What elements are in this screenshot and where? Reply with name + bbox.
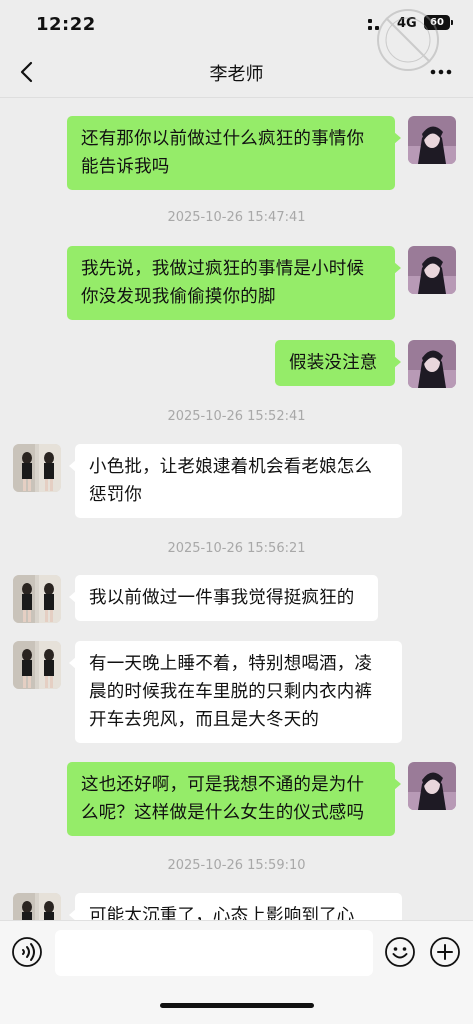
contact-avatar[interactable] <box>13 575 61 623</box>
message-bubble-sent[interactable]: 这也还好啊，可是我想不通的是为什么呢？这样做是什么女生的仪式感吗 <box>67 762 401 836</box>
my-avatar[interactable] <box>408 762 456 810</box>
timestamp: 2025-10-26 15:59:10 <box>167 858 306 873</box>
my-avatar[interactable] <box>408 340 456 388</box>
message-bubble-received[interactable]: 可能太沉重了，心态上影响到了心 <box>69 893 402 920</box>
message-bubble-sent[interactable]: 假装没注意 <box>275 340 401 386</box>
timestamp: 2025-10-26 15:47:41 <box>167 210 306 225</box>
message-bubble-received[interactable]: 有一天晚上睡不着，特别想喝酒，凌晨的时候我在车里脱的只剩内衣内裤开车去兜风，而且… <box>69 641 402 743</box>
message-input[interactable] <box>55 930 373 976</box>
my-avatar[interactable] <box>408 116 456 164</box>
message-bubble-sent[interactable]: 还有那你以前做过什么疯狂的事情你能告诉我吗 <box>67 116 401 190</box>
message-bubble-sent[interactable]: 我先说，我做过疯狂的事情是小时候你没发现我偷偷摸你的脚 <box>67 246 401 320</box>
timestamp: 2025-10-26 15:56:21 <box>167 541 306 556</box>
home-indicator <box>160 1003 314 1008</box>
input-bar <box>0 920 473 1024</box>
emoji-icon[interactable] <box>384 936 416 968</box>
contact-avatar[interactable] <box>13 893 61 920</box>
more-dots-icon[interactable] <box>426 58 456 86</box>
plus-icon[interactable] <box>429 936 461 968</box>
chat-area[interactable]: 还有那你以前做过什么疯狂的事情你能告诉我吗 2025-10-26 15:47:4… <box>0 98 473 920</box>
timestamp: 2025-10-26 15:52:41 <box>167 409 306 424</box>
nav-bar: 李老师 <box>0 48 473 98</box>
message-bubble-received[interactable]: 我以前做过一件事我觉得挺疯狂的 <box>69 575 378 621</box>
my-avatar[interactable] <box>408 246 456 294</box>
contact-avatar[interactable] <box>13 444 61 492</box>
contact-avatar[interactable] <box>13 641 61 689</box>
message-bubble-received[interactable]: 小色批，让老娘逮着机会看老娘怎么惩罚你 <box>69 444 402 518</box>
status-time: 12:22 <box>36 14 96 35</box>
voice-icon[interactable] <box>11 936 43 968</box>
chat-title: 李老师 <box>209 64 264 85</box>
